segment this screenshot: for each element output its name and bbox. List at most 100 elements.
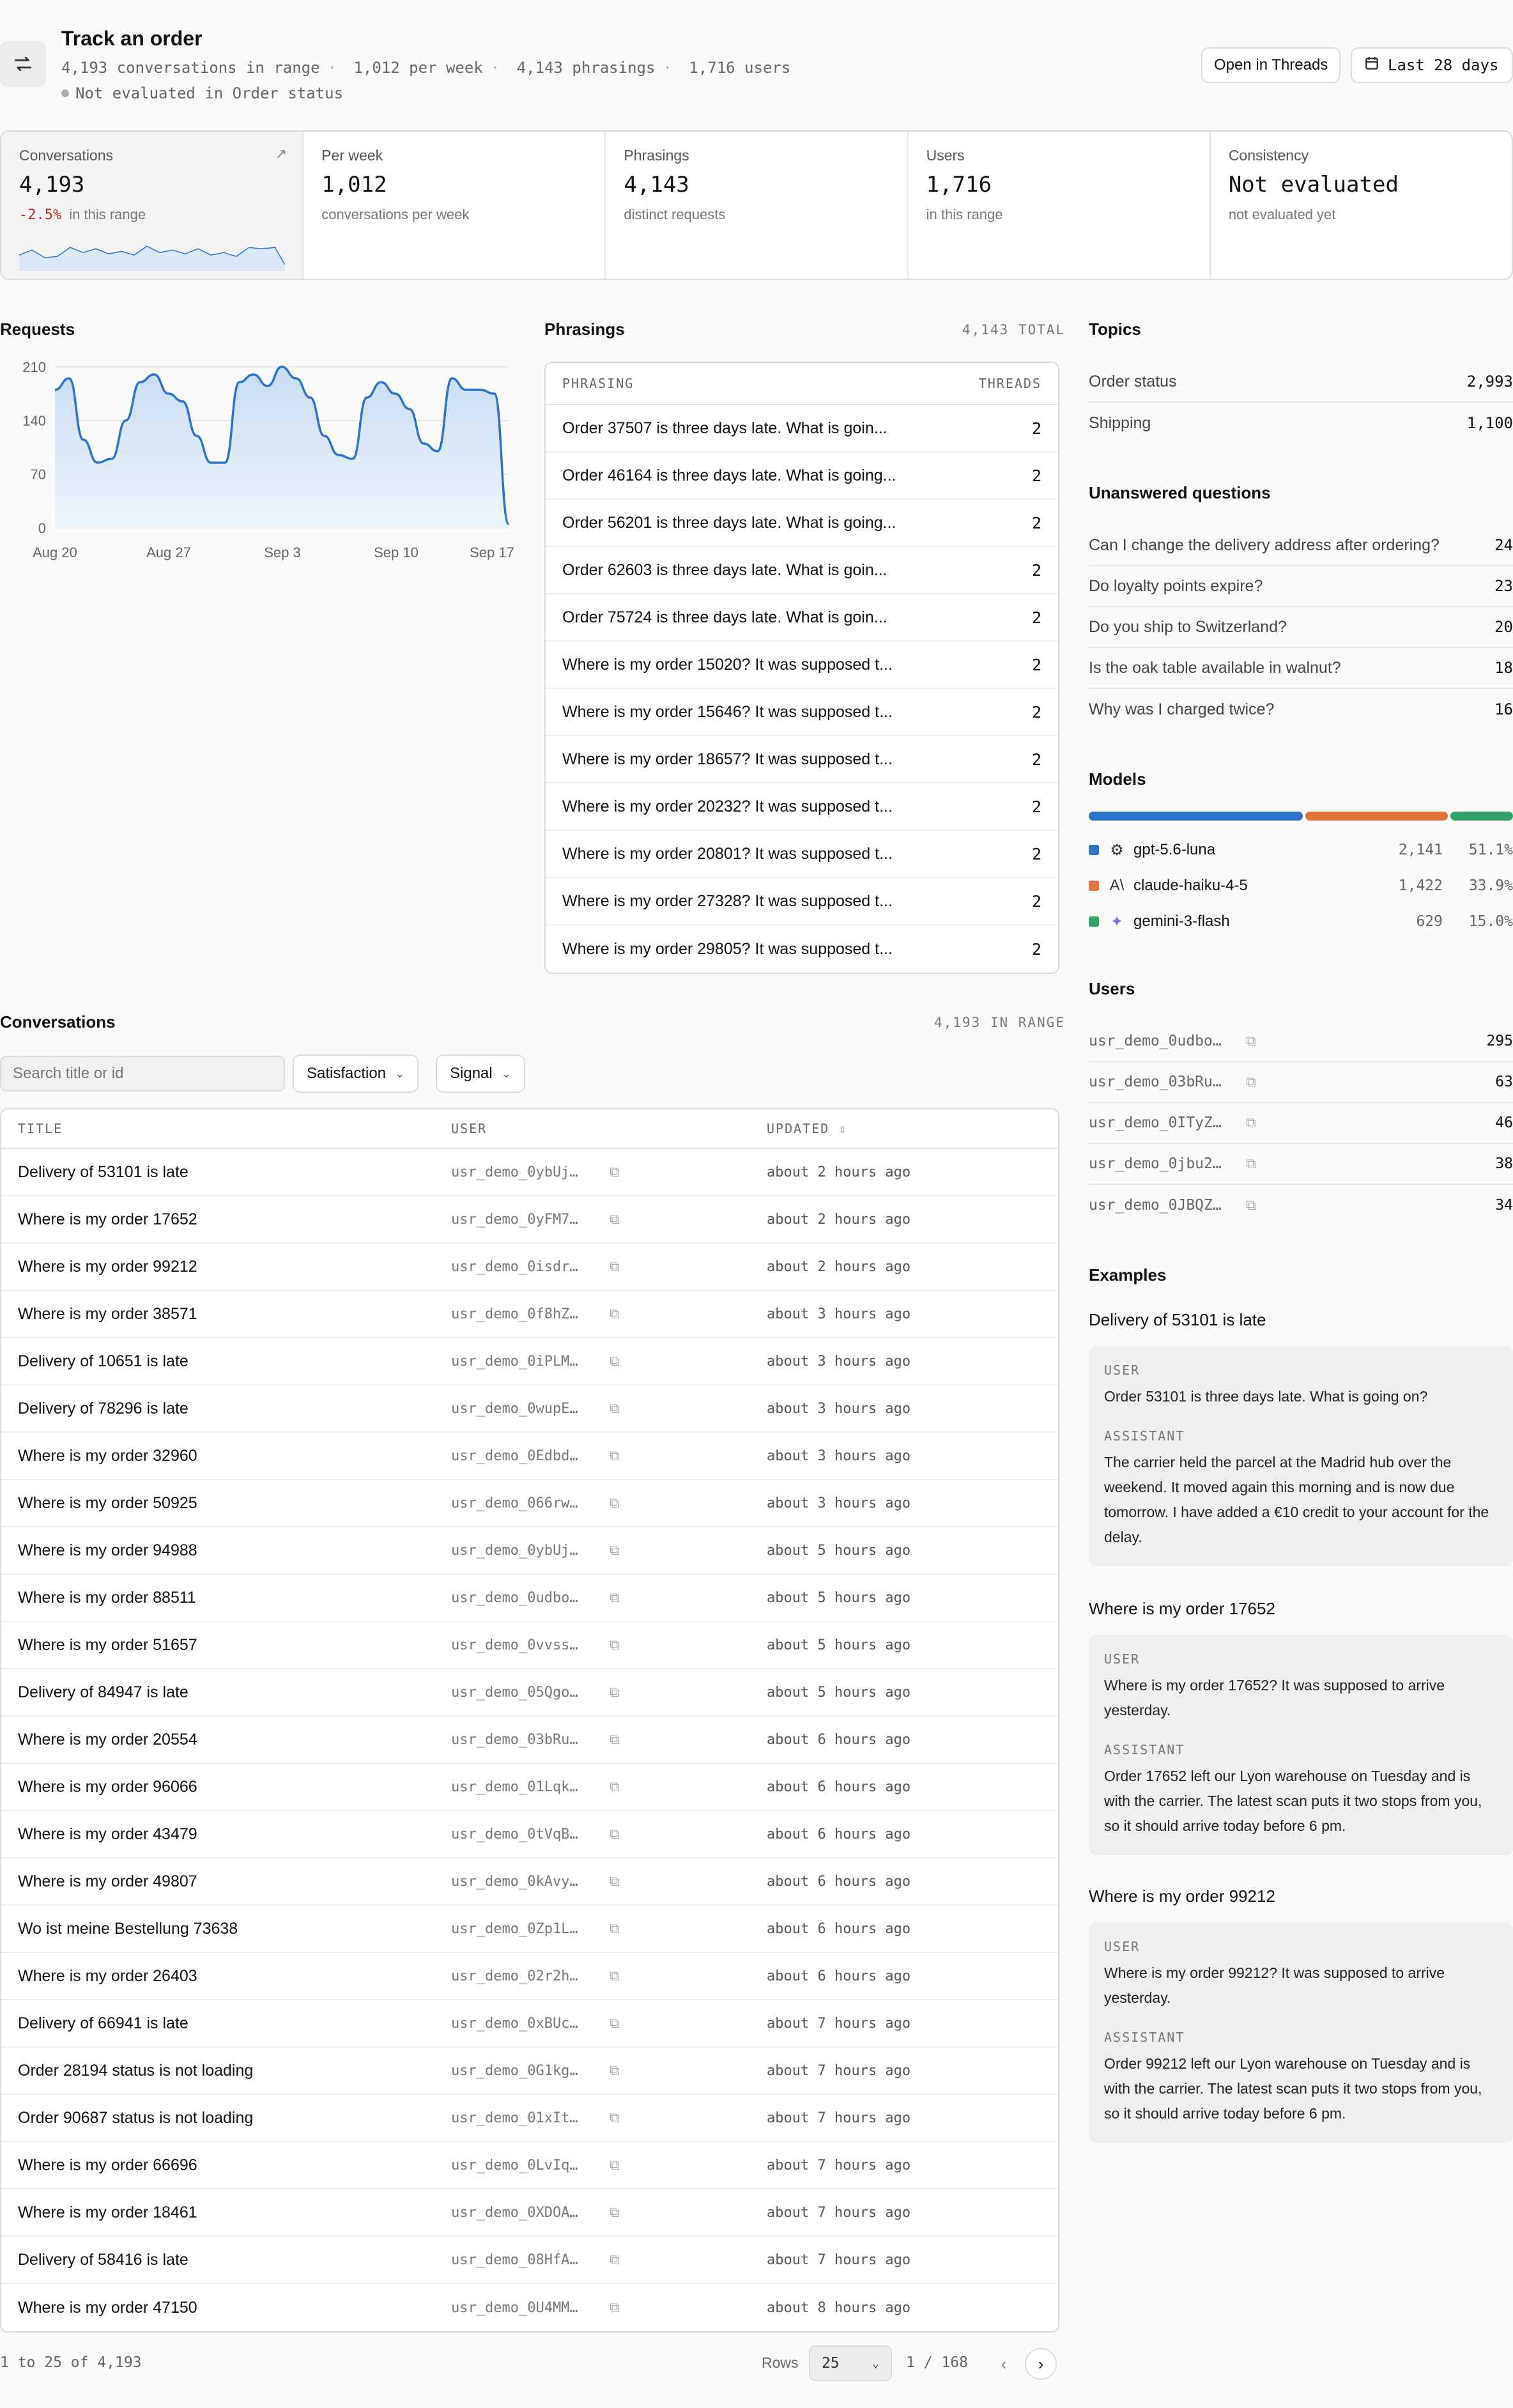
table-row[interactable]: Where is my order 66696 usr_demo_0LvIq… ⧉ a…	[1, 2142, 1058, 2189]
table-row[interactable]: Where is my order 32960 usr_demo_0Edbd… ⧉ a…	[1, 1433, 1058, 1480]
user-row[interactable]: usr_demo_0jbu2… ⧉ 38	[1089, 1144, 1513, 1185]
col-user[interactable]: USER	[451, 1121, 767, 1136]
conversation-updated: about 3 hours ago	[767, 1447, 911, 1464]
copy-icon[interactable]: ⧉	[610, 1685, 620, 1701]
swap-icon	[0, 41, 46, 87]
table-row[interactable]: Delivery of 78296 is late usr_demo_0wupE……	[1, 1385, 1058, 1433]
open-in-threads-button[interactable]: Open in Threads	[1201, 47, 1341, 83]
table-row[interactable]: Where is my order 47150 usr_demo_0U4MM… ⧉ a…	[1, 2284, 1058, 2331]
copy-icon[interactable]: ⧉	[610, 1306, 620, 1322]
copy-icon[interactable]: ⧉	[610, 1732, 620, 1748]
table-row[interactable]: Order 28194 status is not loading usr_dem…	[1, 2048, 1058, 2095]
phrasing-row[interactable]: Order 56201 is three days late. What is …	[546, 500, 1058, 547]
user-row[interactable]: usr_demo_0ITyZ… ⧉ 46	[1089, 1103, 1513, 1144]
unanswered-question-row[interactable]: Can I change the delivery address after …	[1089, 525, 1513, 566]
signal-filter[interactable]: Signal ⌄	[436, 1054, 525, 1093]
phrasing-row[interactable]: Where is my order 18657? It was supposed…	[546, 736, 1058, 783]
copy-icon[interactable]: ⧉	[610, 2157, 620, 2173]
copy-icon[interactable]: ⧉	[610, 1495, 620, 1511]
phrasing-row[interactable]: Order 37507 is three days late. What is …	[546, 405, 1058, 452]
copy-icon[interactable]: ⧉	[610, 1543, 620, 1559]
table-row[interactable]: Wo ist meine Bestellung 73638 usr_demo_0Z…	[1, 1906, 1058, 1953]
user-row[interactable]: usr_demo_0udbo… ⧉ 295	[1089, 1021, 1513, 1062]
topic-row[interactable]: Shipping 1,100	[1089, 403, 1513, 444]
table-row[interactable]: Delivery of 84947 is late usr_demo_05Qgo……	[1, 1669, 1058, 1717]
copy-icon[interactable]: ⧉	[610, 1164, 620, 1180]
model-row[interactable]: ⚙ gpt-5.6-luna 2,141 51.1%	[1089, 832, 1513, 868]
table-row[interactable]: Where is my order 99212 usr_demo_0isdr… ⧉ a…	[1, 1244, 1058, 1291]
phrasing-row[interactable]: Where is my order 15020? It was supposed…	[546, 642, 1058, 689]
unanswered-question-row[interactable]: Is the oak table available in walnut? 18	[1089, 648, 1513, 689]
copy-icon[interactable]: ⧉	[610, 1259, 620, 1275]
rows-per-page-select[interactable]: 25 ⌄	[809, 2345, 892, 2381]
phrasing-row[interactable]: Where is my order 29805? It was supposed…	[546, 925, 1058, 973]
next-page-button[interactable]: ›	[1025, 2348, 1057, 2380]
phrasing-row[interactable]: Order 75724 is three days late. What is …	[546, 594, 1058, 642]
table-row[interactable]: Where is my order 20554 usr_demo_03bRu… ⧉ a…	[1, 1717, 1058, 1764]
copy-icon[interactable]: ⧉	[610, 1874, 620, 1890]
table-row[interactable]: Where is my order 94988 usr_demo_0ybUj… ⧉ a…	[1, 1527, 1058, 1575]
table-row[interactable]: Where is my order 51657 usr_demo_0vvss… ⧉ a…	[1, 1622, 1058, 1669]
model-row[interactable]: A\ claude-haiku-4-5 1,422 33.9%	[1089, 868, 1513, 904]
unanswered-question-row[interactable]: Why was I charged twice? 16	[1089, 689, 1513, 730]
copy-icon[interactable]: ⧉	[610, 1779, 620, 1795]
phrasing-row[interactable]: Order 62603 is three days late. What is …	[546, 547, 1058, 594]
table-row[interactable]: Where is my order 50925 usr_demo_066rw… ⧉ a…	[1, 1480, 1058, 1527]
table-row[interactable]: Where is my order 49807 usr_demo_0kAvy… ⧉ a…	[1, 1858, 1058, 1906]
table-row[interactable]: Delivery of 58416 is late usr_demo_08HfA……	[1, 2237, 1058, 2284]
table-row[interactable]: Where is my order 38571 usr_demo_0f8hZ… ⧉ a…	[1, 1291, 1058, 1338]
conversation-updated: about 7 hours ago	[767, 2251, 911, 2268]
copy-icon[interactable]: ⧉	[610, 1212, 620, 1228]
table-row[interactable]: Order 90687 status is not loading usr_dem…	[1, 2095, 1058, 2142]
table-row[interactable]: Where is my order 96066 usr_demo_01Lqk… ⧉ a…	[1, 1764, 1058, 1811]
user-row[interactable]: usr_demo_0JBQZ… ⧉ 34	[1089, 1185, 1513, 1226]
meta-users: 1,716 users	[689, 59, 791, 77]
copy-icon[interactable]: ⧉	[610, 1401, 620, 1417]
unanswered-question-row[interactable]: Do you ship to Switzerland? 20	[1089, 607, 1513, 648]
copy-icon[interactable]: ⧉	[610, 1590, 620, 1606]
satisfaction-filter[interactable]: Satisfaction ⌄	[293, 1054, 419, 1093]
copy-icon[interactable]: ⧉	[1246, 1155, 1271, 1172]
model-row[interactable]: ✦ gemini-3-flash 629 15.0%	[1089, 904, 1513, 939]
date-range-button[interactable]: Last 28 days	[1351, 47, 1513, 83]
copy-icon[interactable]: ⧉	[1246, 1033, 1271, 1049]
copy-icon[interactable]: ⧉	[610, 1354, 620, 1370]
copy-icon[interactable]: ⧉	[610, 2063, 620, 2079]
table-row[interactable]: Where is my order 26403 usr_demo_02r2h… ⧉ a…	[1, 1953, 1058, 2000]
phrasing-row[interactable]: Order 46164 is three days late. What is …	[546, 452, 1058, 500]
copy-icon[interactable]: ⧉	[610, 2016, 620, 2032]
search-input[interactable]	[0, 1056, 285, 1092]
table-row[interactable]: Where is my order 17652 usr_demo_0yFM7… ⧉ a…	[1, 1196, 1058, 1244]
copy-icon[interactable]: ⧉	[1246, 1115, 1271, 1131]
table-row[interactable]: Delivery of 10651 is late usr_demo_0iPLM……	[1, 1338, 1058, 1385]
copy-icon[interactable]: ⧉	[610, 1968, 620, 1984]
conversation-title: Delivery of 78296 is late	[18, 1399, 188, 1417]
table-row[interactable]: Where is my order 18461 usr_demo_0XDOA… ⧉ a…	[1, 2189, 1058, 2237]
unanswered-question-row[interactable]: Do loyalty points expire? 23	[1089, 566, 1513, 607]
user-row[interactable]: usr_demo_03bRu… ⧉ 63	[1089, 1062, 1513, 1103]
topic-row[interactable]: Order status 2,993	[1089, 362, 1513, 403]
copy-icon[interactable]: ⧉	[610, 1826, 620, 1842]
conversation-user: usr_demo_03bRu… ⧉	[451, 1731, 620, 1748]
col-updated[interactable]: UPDATED ⇕	[767, 1121, 847, 1136]
col-title[interactable]: TITLE	[1, 1121, 451, 1136]
phrasing-row[interactable]: Where is my order 15646? It was supposed…	[546, 689, 1058, 736]
copy-icon[interactable]: ⧉	[610, 1921, 620, 1937]
copy-icon[interactable]: ⧉	[610, 1448, 620, 1464]
phrasing-row[interactable]: Where is my order 27328? It was supposed…	[546, 878, 1058, 925]
copy-icon[interactable]: ⧉	[1246, 1074, 1271, 1090]
copy-icon[interactable]: ⧉	[610, 2110, 620, 2126]
phrasing-row[interactable]: Where is my order 20801? It was supposed…	[546, 831, 1058, 878]
copy-icon[interactable]: ⧉	[610, 2300, 620, 2316]
copy-icon[interactable]: ⧉	[1246, 1197, 1271, 1214]
phrasing-row[interactable]: Where is my order 20232? It was supposed…	[546, 783, 1058, 831]
table-row[interactable]: Delivery of 53101 is late usr_demo_0ybUj……	[1, 1149, 1058, 1196]
prev-page-button[interactable]: ‹	[988, 2348, 1020, 2380]
table-row[interactable]: Where is my order 88511 usr_demo_0udbo… ⧉ a…	[1, 1575, 1058, 1622]
kpi-conversations[interactable]: Conversations 4,193 -2.5% in this range ↗	[1, 132, 304, 279]
copy-icon[interactable]: ⧉	[610, 2252, 620, 2268]
table-row[interactable]: Delivery of 66941 is late usr_demo_0xBUc……	[1, 2000, 1058, 2048]
table-row[interactable]: Where is my order 43479 usr_demo_0tVqB… ⧉ a…	[1, 1811, 1058, 1858]
copy-icon[interactable]: ⧉	[610, 2205, 620, 2221]
copy-icon[interactable]: ⧉	[610, 1637, 620, 1653]
